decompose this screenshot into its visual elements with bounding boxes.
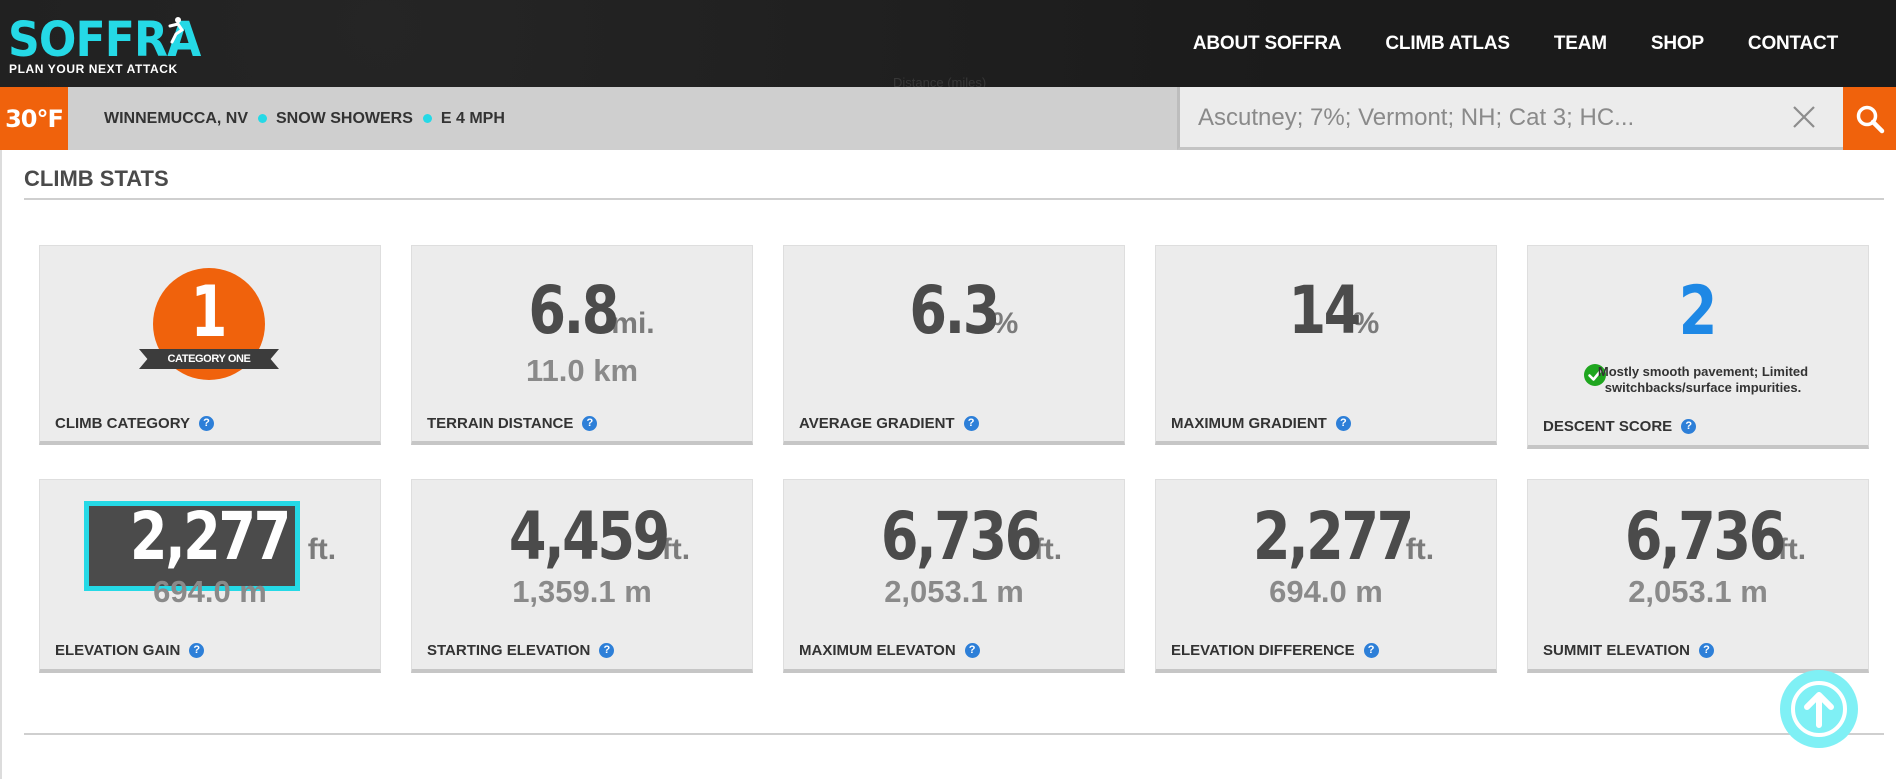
separator-dot-icon	[258, 114, 267, 123]
card-label: ELEVATION GAIN ?	[55, 642, 205, 659]
search-icon	[1856, 105, 1884, 133]
weather-wind: E 4 MPH	[440, 109, 505, 127]
card-label: SUMMIT ELEVATION ?	[1543, 642, 1714, 659]
category-number: 1	[190, 271, 228, 353]
weather-location: WINNEMUCCA, NV	[104, 109, 248, 127]
card-label: STARTING ELEVATION ?	[427, 642, 615, 659]
scroll-to-top-button[interactable]	[1780, 670, 1858, 748]
weather-condition: SNOW SHOWERS	[276, 109, 413, 127]
search-button[interactable]	[1843, 87, 1896, 150]
help-icon[interactable]: ?	[599, 643, 615, 658]
weather-search-strip: 30°F WINNEMUCCA, NV SNOW SHOWERS E 4 MPH	[0, 87, 1896, 150]
card-label: DESCENT SCORE ?	[1543, 418, 1697, 435]
category-badge: 1 CATEGORY ONE	[139, 268, 279, 380]
card-label: MAXIMUM GRADIENT ?	[1171, 415, 1351, 432]
help-icon[interactable]: ?	[963, 416, 979, 431]
help-icon[interactable]: ?	[1681, 419, 1697, 434]
top-navigation-bar: SOFFRA PLAN YOUR NEXT ATTACK ABOUT SOFFR…	[0, 0, 1896, 90]
main-nav: ABOUT SOFFRA CLIMB ATLAS TEAM SHOP CONTA…	[1193, 0, 1896, 87]
arrow-up-icon	[1791, 681, 1847, 737]
stat-value: 6.8mi.	[528, 272, 655, 349]
nav-about-soffra[interactable]: ABOUT SOFFRA	[1193, 33, 1342, 55]
card-maximum-gradient: 14% MAXIMUM GRADIENT ?	[1155, 245, 1497, 445]
stat-secondary: 2,053.1 m	[884, 574, 1024, 609]
close-icon[interactable]	[1789, 102, 1819, 132]
nav-team[interactable]: TEAM	[1554, 33, 1607, 55]
content-frame-edge	[0, 150, 2, 779]
help-icon[interactable]: ?	[1698, 643, 1714, 658]
separator-dot-icon	[422, 114, 432, 123]
soffra-logo[interactable]: SOFFRA PLAN YOUR NEXT ATTACK	[8, 10, 201, 76]
cyclist-icon	[168, 17, 185, 44]
card-starting-elevation: 4,459ft. 1,359.1 m STARTING ELEVATION ?	[411, 479, 753, 673]
nav-contact[interactable]: CONTACT	[1748, 33, 1838, 55]
stat-secondary: 2,053.1 m	[1628, 574, 1768, 609]
card-elevation-gain: 2,277 ft. 694.0 m ELEVATION GAIN ?	[39, 479, 381, 673]
descent-description: Mostly smooth pavement; Limited switchba…	[1597, 364, 1809, 395]
card-average-gradient: 6.3% AVERAGE GRADIENT ?	[783, 245, 1125, 445]
card-maximum-elevation: 6,736ft. 2,053.1 m MAXIMUM ELEVATON ?	[783, 479, 1125, 673]
stat-value: 4,459ft.	[508, 498, 691, 575]
card-label: MAXIMUM ELEVATON ?	[799, 642, 980, 659]
section-divider	[24, 198, 1884, 200]
search-box	[1177, 87, 1843, 150]
stat-secondary: 11.0 km	[525, 353, 639, 388]
card-summit-elevation: 6,736ft. 2,053.1 m SUMMIT ELEVATION ?	[1527, 479, 1869, 673]
help-icon[interactable]: ?	[964, 643, 980, 658]
section-bottom-divider	[24, 733, 1884, 735]
card-label: ELEVATION DIFFERENCE ?	[1171, 642, 1379, 659]
card-climb-category: 1 CATEGORY ONE CLIMB CATEGORY ?	[39, 245, 381, 445]
temperature-badge: 30°F	[0, 87, 68, 150]
weather-info: WINNEMUCCA, NV SNOW SHOWERS E 4 MPH	[104, 87, 505, 150]
help-icon[interactable]: ?	[189, 643, 205, 658]
card-elevation-difference: 2,277ft. 694.0 m ELEVATION DIFFERENCE ?	[1155, 479, 1497, 673]
nav-climb-atlas[interactable]: CLIMB ATLAS	[1385, 33, 1510, 55]
card-label: CLIMB CATEGORY ?	[55, 415, 214, 432]
stat-value: 6,736ft.	[880, 498, 1063, 575]
search-input[interactable]	[1196, 97, 1780, 139]
help-icon[interactable]: ?	[199, 416, 214, 431]
stat-secondary: 1,359.1 m	[512, 574, 652, 609]
category-ribbon: CATEGORY ONE	[139, 349, 279, 369]
stat-secondary: 694.0 m	[153, 574, 267, 609]
card-terrain-distance: 6.8mi. 11.0 km TERRAIN DISTANCE ?	[411, 245, 753, 445]
stat-secondary: 694.0 m	[1269, 574, 1383, 609]
stat-value: 6,736ft.	[1624, 498, 1807, 575]
help-icon[interactable]: ?	[1335, 416, 1351, 431]
section-title-climb-stats: CLIMB STATS	[24, 166, 169, 191]
card-descent-score: 2 Mostly smooth pavement; Limited switch…	[1527, 245, 1869, 449]
descent-score-value: 2	[1678, 272, 1718, 351]
logo-tagline: PLAN YOUR NEXT ATTACK	[9, 62, 178, 76]
nav-shop[interactable]: SHOP	[1651, 33, 1704, 55]
card-label: TERRAIN DISTANCE ?	[427, 415, 598, 432]
stat-value: 6.3%	[909, 272, 1019, 349]
help-icon[interactable]: ?	[1363, 643, 1379, 658]
stat-value: 14%	[1288, 272, 1380, 349]
help-icon[interactable]: ?	[582, 416, 598, 431]
card-label: AVERAGE GRADIENT ?	[799, 415, 979, 432]
stat-value: 2,277ft.	[1252, 498, 1435, 575]
